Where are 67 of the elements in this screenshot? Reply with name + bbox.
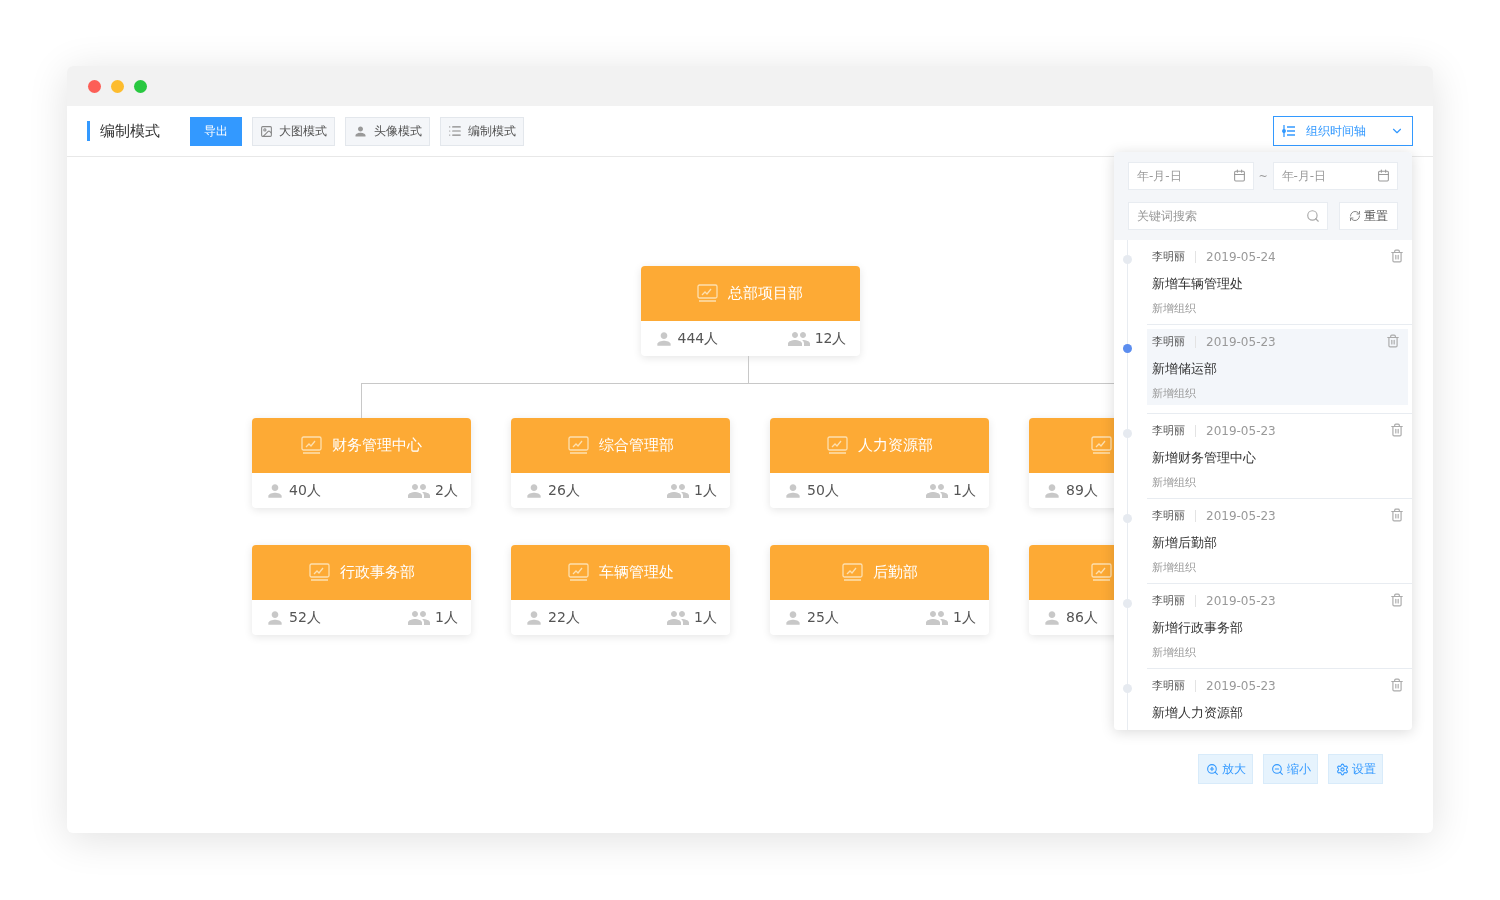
entry-user: 李明丽 (1152, 336, 1196, 348)
department-card[interactable]: 后勤部 25人 1人 (770, 545, 989, 635)
entry-user: 李明丽 (1152, 595, 1196, 607)
entry-subtitle: 新增组织 (1152, 301, 1197, 316)
entry-date: 2019-05-23 (1206, 594, 1276, 608)
entry-date: 2019-05-23 (1206, 679, 1276, 693)
timeline-entry[interactable]: 李明丽 2019-05-24 新增车辆管理处 新增组织 (1114, 240, 1412, 325)
group-count: 1人 (953, 481, 976, 500)
entry-date: 2019-05-23 (1206, 424, 1276, 438)
entry-title: 新增车辆管理处 (1152, 275, 1244, 293)
timeline-entry[interactable]: 李明丽 2019-05-23 新增人力资源部 (1114, 669, 1412, 730)
mode-button[interactable]: 大图模式 (252, 116, 335, 146)
mode-button[interactable]: 编制模式 (440, 116, 524, 146)
group-count: 1人 (953, 608, 976, 627)
entry-user: 李明丽 (1152, 510, 1196, 522)
member-count: 89人 (1066, 481, 1098, 500)
group-count: 1人 (435, 608, 458, 627)
timeline-entry[interactable]: 李明丽 2019-05-23 新增财务管理中心 新增组织 (1114, 414, 1412, 499)
page-title: 编制模式 (87, 121, 160, 141)
department-name: 财务管理中心 (332, 436, 422, 455)
member-count: 40人 (289, 481, 321, 500)
member-count: 86人 (1066, 608, 1098, 627)
department-name: 人力资源部 (857, 436, 933, 455)
date-from-field[interactable]: 年-月-日 (1128, 162, 1254, 190)
date-to-field[interactable]: 年-月-日 (1272, 162, 1398, 190)
entry-subtitle: 新增组织 (1152, 475, 1197, 490)
entry-title: 新增行政事务部 (1152, 619, 1244, 637)
department-name: 总部项目部 (728, 284, 803, 303)
department-card[interactable]: 综合管理部 26人 1人 (511, 418, 730, 508)
member-count: 50人 (807, 481, 839, 500)
department-name: 行政事务部 (339, 563, 415, 582)
entry-title: 新增财务管理中心 (1152, 449, 1257, 467)
entry-user: 李明丽 (1152, 251, 1196, 263)
timeline-entry[interactable]: 李明丽 2019-05-23 新增行政事务部 新增组织 (1114, 584, 1412, 669)
department-card[interactable]: 总部项目部 444人 12人 (640, 266, 860, 356)
member-count: 26人 (548, 481, 580, 500)
department-name: 综合管理部 (598, 436, 674, 455)
department-card[interactable]: 行政事务部 52人 1人 (252, 545, 471, 635)
entry-title: 新增人力资源部 (1152, 704, 1244, 722)
group-count: 12人 (814, 329, 847, 348)
department-name: 后勤部 (872, 563, 918, 582)
search-field[interactable]: 关键词搜索 (1128, 202, 1328, 230)
entry-date: 2019-05-23 (1206, 509, 1276, 523)
department-card[interactable]: 财务管理中心 40人 2人 (252, 418, 471, 508)
group-count: 2人 (435, 481, 458, 500)
timeline-entry[interactable]: 李明丽 2019-05-23 新增后勤部 新增组织 (1114, 499, 1412, 584)
range-separator: ~ (1257, 169, 1269, 183)
entry-user: 李明丽 (1152, 680, 1196, 692)
entry-subtitle: 新增组织 (1152, 645, 1197, 660)
entry-subtitle: 新增组织 (1152, 560, 1197, 575)
department-card[interactable]: 人力资源部 50人 1人 (770, 418, 989, 508)
reset-button[interactable]: 重置 (1339, 202, 1398, 230)
entry-date: 2019-05-24 (1206, 250, 1276, 264)
department-name: 车辆管理处 (598, 563, 674, 582)
department-card[interactable]: 车辆管理处 22人 1人 (511, 545, 730, 635)
member-count: 22人 (548, 608, 580, 627)
member-count: 25人 (807, 608, 839, 627)
entry-subtitle: 新增组织 (1152, 386, 1197, 401)
member-count: 444人 (677, 329, 719, 348)
member-count: 52人 (289, 608, 321, 627)
mode-button[interactable]: 头像模式 (345, 116, 430, 146)
entry-title: 新增后勤部 (1152, 534, 1218, 552)
group-count: 1人 (694, 608, 717, 627)
entry-date: 2019-05-23 (1206, 335, 1276, 349)
group-count: 1人 (694, 481, 717, 500)
entry-user: 李明丽 (1152, 425, 1196, 437)
entry-title: 新增储运部 (1152, 360, 1218, 378)
